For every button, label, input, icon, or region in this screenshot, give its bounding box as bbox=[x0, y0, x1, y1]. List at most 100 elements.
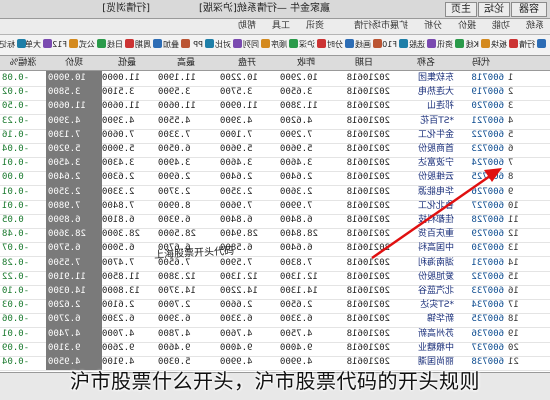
high-price: 12.3800 bbox=[158, 271, 196, 282]
stock-code: 600718 bbox=[471, 73, 504, 83]
menu-item-quote[interactable]: 报价 bbox=[458, 20, 476, 33]
trade-date: 20210618 bbox=[346, 101, 390, 112]
tool-overlay[interactable]: 叠加 bbox=[163, 38, 190, 51]
toolbar: 行情 板块 K线 资讯 选股 F10 画线 分时 沪深 顺序 同列 对比 PP … bbox=[0, 35, 550, 56]
menu-item-help[interactable]: 帮助 bbox=[238, 20, 256, 33]
high-price: 8.0900 bbox=[158, 200, 191, 211]
tool-f12[interactable]: F12 bbox=[52, 38, 78, 51]
period-icon bbox=[153, 39, 162, 48]
row-index: 18 bbox=[508, 314, 519, 325]
tool-mark[interactable]: 标记 bbox=[0, 38, 26, 51]
tool-daily[interactable]: 日线 bbox=[107, 38, 134, 51]
menu-item-system[interactable]: 系统 bbox=[526, 20, 544, 33]
col-header-change[interactable]: 涨幅% bbox=[2, 57, 44, 69]
tool-pick[interactable]: 选股 bbox=[409, 38, 436, 51]
stock-code: 600736 bbox=[471, 328, 504, 339]
low-price: 11.8500 bbox=[102, 271, 140, 282]
prev-close: 6.8400 bbox=[280, 215, 313, 225]
tool-pp[interactable]: PP bbox=[193, 38, 214, 51]
menu-item-extended-market[interactable]: 扩展市场行情 bbox=[354, 20, 408, 33]
col-header-index[interactable] bbox=[508, 57, 548, 69]
current-price: 10.9000 bbox=[48, 73, 86, 83]
low-price: 7.0600 bbox=[102, 129, 135, 140]
tool-period-label: 周期 bbox=[135, 40, 151, 49]
table-header: 代码 名称 日期 昨收 开盘 最高 最低 现价 涨幅% bbox=[0, 56, 550, 71]
change-pct: -0.06 bbox=[2, 314, 30, 325]
row-index: 8 bbox=[508, 172, 514, 183]
open-price: 6.3300 bbox=[220, 314, 253, 325]
col-header-low[interactable]: 最低 bbox=[102, 57, 152, 69]
tool-f10[interactable]: F10 bbox=[382, 38, 408, 51]
tool-period[interactable]: 周期 bbox=[135, 38, 162, 51]
stock-code: 600737 bbox=[471, 342, 504, 353]
prev-close: 6.3300 bbox=[280, 314, 313, 325]
high-price: 28.5000 bbox=[158, 229, 196, 240]
col-header-open[interactable]: 开盘 bbox=[220, 57, 274, 69]
stock-name: 首商股份 bbox=[417, 144, 454, 154]
current-price: 6.5700 bbox=[48, 243, 81, 254]
current-price: 28.3600 bbox=[48, 229, 86, 240]
sector-icon bbox=[509, 39, 518, 48]
tool-draw[interactable]: 画线 bbox=[355, 38, 382, 51]
tool-column[interactable]: 同列 bbox=[243, 38, 270, 51]
change-pct: -0.08 bbox=[2, 73, 30, 83]
current-price: 2.3500 bbox=[48, 186, 81, 197]
col-header-high[interactable]: 最高 bbox=[158, 57, 214, 69]
menu-item-function[interactable]: 功能 bbox=[492, 20, 510, 33]
prev-close: 7.8300 bbox=[280, 257, 313, 268]
tool-formula[interactable]: 公式 bbox=[79, 38, 106, 51]
stock-code: 600731 bbox=[471, 257, 504, 268]
col-header-code[interactable]: 代码 bbox=[458, 57, 504, 69]
tool-intraday[interactable]: 分时 bbox=[327, 38, 354, 51]
quote-icon bbox=[537, 39, 546, 48]
tool-sector[interactable]: 板块 bbox=[491, 38, 518, 51]
row-index: 11 bbox=[508, 215, 519, 225]
topbar-button-1[interactable]: 容器 bbox=[511, 2, 547, 17]
tool-column-label: 同列 bbox=[243, 40, 259, 49]
tool-news[interactable]: 资讯 bbox=[437, 38, 464, 51]
change-pct: -0.03 bbox=[2, 300, 30, 311]
topbar-button-2[interactable]: 论坛 bbox=[478, 2, 510, 17]
topbar-button-3[interactable]: 主页 bbox=[445, 2, 477, 17]
menu-item-analysis[interactable]: 分析 bbox=[424, 20, 442, 33]
tool-draw-label: 画线 bbox=[355, 40, 371, 49]
col-header-name[interactable]: 名称 bbox=[398, 57, 454, 69]
col-header-now[interactable]: 现价 bbox=[48, 57, 100, 69]
tool-bigorder[interactable]: 大单 bbox=[25, 38, 52, 51]
tool-overlay-label: 叠加 bbox=[163, 40, 179, 49]
low-price: 4.7000 bbox=[102, 328, 135, 339]
kline-icon bbox=[481, 39, 490, 48]
col-header-date[interactable]: 日期 bbox=[338, 57, 390, 69]
stock-code: 600727 bbox=[471, 200, 504, 211]
tool-quote[interactable]: 行情 bbox=[519, 38, 546, 51]
low-price: 9.2600 bbox=[102, 342, 135, 353]
stock-name: 中国高科 bbox=[417, 243, 454, 254]
low-price: 7.4700 bbox=[102, 257, 135, 268]
open-price: 14.2200 bbox=[220, 286, 258, 296]
trade-date: 20210618 bbox=[346, 73, 390, 83]
stock-name: 湖南海利 bbox=[417, 257, 454, 268]
low-price: 6.8100 bbox=[102, 215, 135, 225]
menu-item-tools[interactable]: 工具 bbox=[272, 20, 290, 33]
high-price: 9.4600 bbox=[158, 342, 191, 353]
open-price: 12.1300 bbox=[220, 271, 258, 282]
current-price: 4.3900 bbox=[48, 115, 81, 126]
tool-formula-label: 公式 bbox=[79, 40, 95, 49]
tool-order[interactable]: 顺序 bbox=[271, 38, 298, 51]
tool-kline[interactable]: K线 bbox=[466, 38, 490, 51]
stock-name: 华电能源 bbox=[417, 186, 454, 197]
tool-market[interactable]: 沪深 bbox=[299, 38, 326, 51]
low-price: 6.5000 bbox=[102, 243, 135, 254]
tool-compare[interactable]: 对比 bbox=[215, 38, 242, 51]
change-pct: -0.01 bbox=[2, 158, 30, 169]
overlay-icon bbox=[181, 39, 190, 48]
current-price: 6.8900 bbox=[48, 215, 81, 225]
menu-item-news[interactable]: 资讯 bbox=[306, 20, 324, 33]
stock-name: 爱旭股份 bbox=[417, 271, 454, 282]
prev-close: 7.9900 bbox=[280, 200, 313, 211]
high-price: 3.4900 bbox=[158, 158, 191, 169]
col-header-prev-close[interactable]: 昨收 bbox=[280, 57, 332, 69]
draw-icon bbox=[373, 39, 382, 48]
trade-date: 20210618 bbox=[346, 328, 390, 339]
column-icon bbox=[261, 39, 270, 48]
